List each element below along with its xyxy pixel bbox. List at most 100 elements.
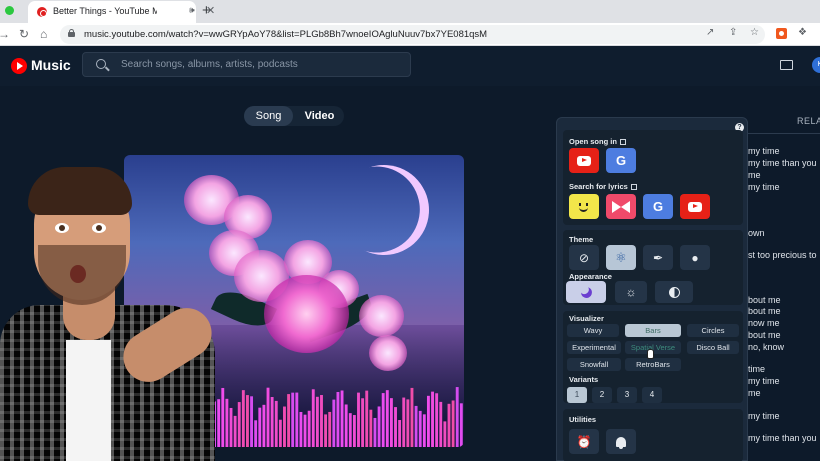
appearance-system-button[interactable] [655, 281, 693, 303]
contrast-icon [668, 286, 680, 298]
video-toggle-button[interactable]: Video [295, 106, 344, 126]
variant-3[interactable]: 3 [617, 387, 637, 403]
new-tab-plus-icon[interactable]: + [202, 2, 211, 19]
visualizer-bar [389, 398, 393, 447]
visualizer-bars[interactable]: Bars [625, 324, 681, 337]
lyrics-genius-button[interactable] [569, 194, 599, 219]
lyric-line: my time [748, 411, 780, 421]
visualizer-bar [295, 392, 299, 447]
visualizer-bar [422, 414, 426, 447]
visualizer-bar [369, 409, 373, 447]
theme-apple-button[interactable]: ● [680, 245, 710, 270]
lyric-line: now me [748, 318, 780, 328]
forward-arrow-icon[interactable]: → [0, 27, 10, 41]
visualizer-snowfall[interactable]: Snowfall [567, 358, 621, 371]
puzzle-extensions-icon[interactable]: ❖ [798, 27, 807, 38]
visualizer-bars [209, 387, 463, 447]
crescent-moon [323, 155, 446, 271]
avatar[interactable]: K [812, 57, 820, 73]
tab-divider [746, 133, 820, 134]
search-icon[interactable] [96, 59, 106, 69]
sleep-timer-button[interactable]: ⏰ [569, 429, 599, 454]
open-youtube-button[interactable] [569, 148, 599, 173]
orchid-flower [359, 295, 404, 337]
visualizer-bar [381, 393, 385, 447]
visualizer-bar [250, 396, 254, 447]
musixmatch-icon [612, 200, 630, 213]
visualizer-bar [439, 401, 443, 447]
lyric-line: me [748, 388, 761, 398]
visualizer-retrobars[interactable]: RetroBars [625, 358, 681, 371]
appearance-dark-button[interactable] [566, 281, 606, 303]
tab-related[interactable]: RELA [797, 116, 820, 126]
open-song-in-label: Open song in [569, 137, 626, 146]
visualizer-bar [299, 411, 303, 447]
visualizer-bar [435, 393, 439, 447]
visualizer-bar [233, 415, 237, 447]
extension-icon[interactable] [776, 28, 787, 39]
appearance-light-button[interactable]: ☼ [615, 281, 647, 303]
lock-icon[interactable] [68, 29, 75, 38]
visualizer-bar [266, 387, 270, 447]
browser-tab[interactable]: Better Things - YouTube M 🕪 ✕ [28, 1, 215, 23]
visualizer-bar [414, 405, 418, 447]
visualizer-wavy[interactable]: Wavy [567, 324, 619, 337]
visualizer-bar [377, 406, 381, 447]
visualizer-circles[interactable]: Circles [687, 324, 739, 337]
share-icon[interactable]: ⇪ [729, 27, 737, 38]
search-for-lyrics-label: Search for lyrics [569, 182, 637, 191]
visualizer-bar [287, 394, 291, 447]
visualizer-bar [348, 413, 352, 447]
visualizer-bar [431, 391, 434, 447]
tab-title: Better Things - YouTube M [53, 6, 157, 16]
visualizer-bar [459, 403, 463, 447]
lyric-line: bout me [748, 330, 781, 340]
brand-name[interactable]: Music [31, 57, 71, 73]
lyrics-google-button[interactable]: G [643, 194, 673, 219]
visualizer-bar [451, 400, 455, 447]
notifications-button[interactable] [606, 429, 636, 454]
theme-picker-button[interactable]: ✒ [643, 245, 673, 270]
visualizer-bar [447, 403, 451, 447]
variant-2[interactable]: 2 [592, 387, 612, 403]
visualizer-disco-ball[interactable]: Disco Ball [687, 341, 739, 354]
variant-1[interactable]: 1 [567, 387, 587, 403]
right-eye [92, 223, 106, 233]
left-eye [55, 223, 69, 233]
mouse-cursor [647, 349, 654, 359]
theme-dynamic-button[interactable]: ⚛ [606, 245, 636, 270]
search-box[interactable]: Search songs, albums, artists, podcasts [82, 52, 411, 77]
visualizer-bar [241, 390, 245, 447]
search-input[interactable]: Search songs, albums, artists, podcasts [121, 59, 298, 70]
url-field[interactable]: music.youtube.com/watch?v=wwGRYpAoY78&li… [60, 25, 765, 44]
youtube-music-logo-icon[interactable] [11, 58, 27, 74]
visualizer-experimental[interactable]: Experimental [567, 341, 621, 354]
theme-off-button[interactable]: ⊘ [569, 245, 599, 270]
lyric-line: own [748, 228, 765, 238]
open-google-button[interactable]: G [606, 148, 636, 173]
external-link-icon [630, 184, 637, 190]
lyric-line: me [748, 170, 761, 180]
eyedropper-icon: ✒ [652, 250, 664, 265]
visualizer-bar [262, 404, 266, 447]
visualizer-bar [237, 402, 241, 447]
home-icon[interactable]: ⌂ [40, 27, 47, 41]
variant-4[interactable]: 4 [642, 387, 662, 403]
visualizer-bar [270, 397, 274, 447]
url-text: music.youtube.com/watch?v=wwGRYpAoY78&li… [84, 29, 488, 40]
visualizer-bar [291, 392, 295, 447]
speaker-icon[interactable]: 🕪 [189, 5, 195, 16]
bookmark-star-icon[interactable]: ☆ [750, 27, 759, 38]
open-in-app-icon[interactable]: ↗ [706, 27, 714, 38]
window-maximize-dot[interactable] [5, 6, 14, 15]
visualizer-bar [336, 391, 340, 447]
visualizer-bar [365, 390, 369, 447]
reload-icon[interactable]: ↻ [19, 27, 29, 41]
cast-icon[interactable] [780, 60, 793, 70]
song-toggle-button[interactable]: Song [244, 106, 293, 126]
lyrics-youtube-button[interactable] [680, 194, 710, 219]
visualizer-bar [443, 421, 447, 447]
visualizer-bar [361, 398, 365, 447]
visualizer-bar [315, 396, 319, 447]
lyrics-musixmatch-button[interactable] [606, 194, 636, 219]
